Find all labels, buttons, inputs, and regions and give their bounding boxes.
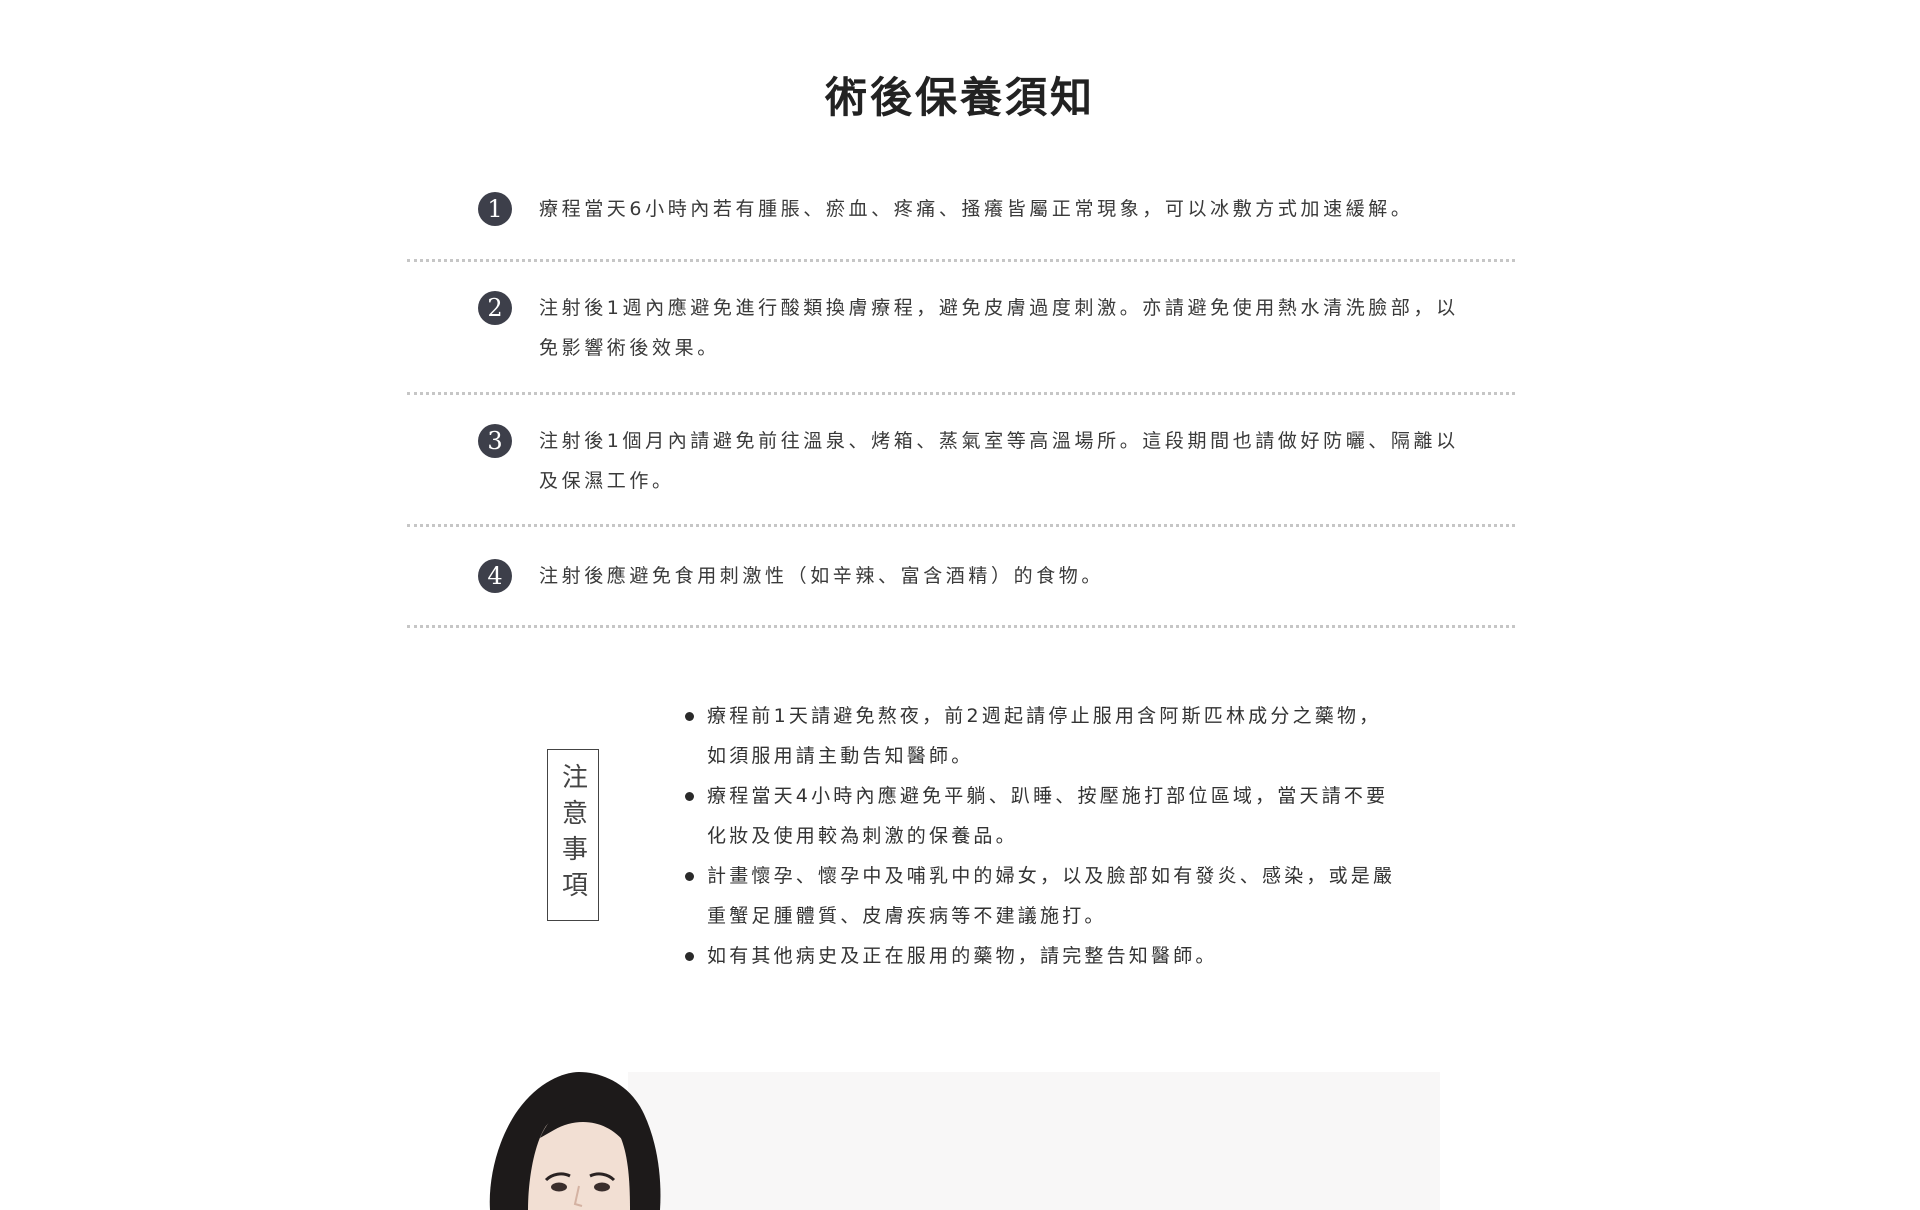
notice-label-box: 注意事項	[547, 749, 599, 921]
step-text: 注射後應避免食用刺激性（如辛辣、富含酒精）的食物。	[539, 565, 1105, 587]
page-title: 術後保養須知	[824, 73, 1095, 122]
step-number-badge: 2	[478, 291, 512, 325]
step-number-badge: 3	[478, 424, 512, 458]
page: 術後保養須知 1 療程當天6小時內若有腫脹、瘀血、疼痛、搔癢皆屬正常現象，可以冰…	[0, 0, 1920, 1210]
care-step: 3 注射後1個月內請避免前往溫泉、烤箱、蒸氣室等高溫場所。這段期間也請做好防曬、…	[407, 395, 1515, 527]
care-step: 1 療程當天6小時內若有腫脹、瘀血、疼痛、搔癢皆屬正常現象，可以冰敷方式加速緩解…	[407, 170, 1515, 262]
care-step: 4 注射後應避免食用刺激性（如辛辣、富含酒精）的食物。	[407, 527, 1515, 628]
model-photo	[480, 1068, 670, 1210]
step-text: 注射後1個月內請避免前往溫泉、烤箱、蒸氣室等高溫場所。這段期間也請做好防曬、隔離…	[539, 430, 1459, 492]
care-step: 2 注射後1週內應避免進行酸類換膚療程，避免皮膚過度刺激。亦請避免使用熱水清洗臉…	[407, 262, 1515, 395]
notice-list: 療程前1天請避免熬夜，前2週起請停止服用含阿斯匹林成分之藥物，如須服用請主動告知…	[680, 696, 1400, 976]
notice-item: 計畫懷孕、懷孕中及哺乳中的婦女，以及臉部如有發炎、感染，或是嚴重蟹足腫體質、皮膚…	[680, 856, 1400, 936]
notice-item: 療程前1天請避免熬夜，前2週起請停止服用含阿斯匹林成分之藥物，如須服用請主動告知…	[680, 696, 1400, 776]
step-text: 療程當天6小時內若有腫脹、瘀血、疼痛、搔癢皆屬正常現象，可以冰敷方式加速緩解。	[539, 198, 1414, 220]
notice-item: 如有其他病史及正在服用的藥物，請完整告知醫師。	[680, 936, 1400, 976]
banner-background	[628, 1072, 1440, 1210]
step-number-badge: 4	[478, 559, 512, 593]
step-text: 注射後1週內應避免進行酸類換膚療程，避免皮膚過度刺激。亦請避免使用熱水清洗臉部，…	[539, 297, 1459, 359]
step-number-badge: 1	[478, 192, 512, 226]
care-steps-list: 1 療程當天6小時內若有腫脹、瘀血、疼痛、搔癢皆屬正常現象，可以冰敷方式加速緩解…	[407, 170, 1515, 628]
notice-item: 療程當天4小時內應避免平躺、趴睡、按壓施打部位區域，當天請不要化妝及使用較為刺激…	[680, 776, 1400, 856]
notice-label: 注意事項	[557, 763, 588, 907]
